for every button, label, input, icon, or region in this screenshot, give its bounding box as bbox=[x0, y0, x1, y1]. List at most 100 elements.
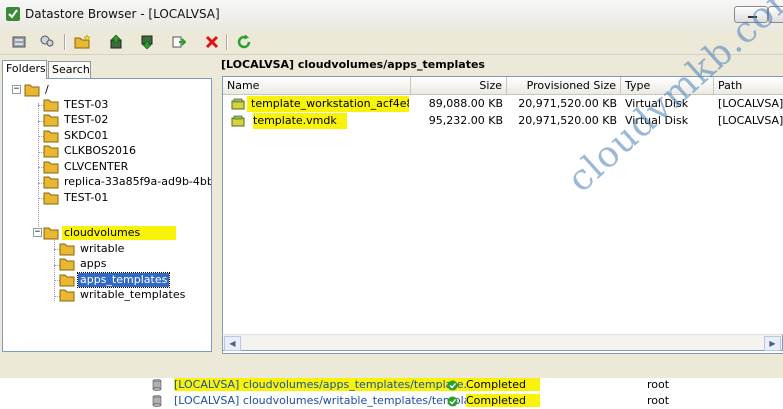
tree-item[interactable]: replica-33a85f9a-ad9b-4bb8-9a bbox=[43, 175, 212, 190]
move-button[interactable] bbox=[169, 32, 189, 52]
collapse-root-toggle[interactable]: − bbox=[12, 85, 21, 94]
move-icon bbox=[172, 36, 187, 48]
folder-icon bbox=[24, 84, 40, 96]
folder-icon bbox=[59, 243, 75, 255]
collapse-cloudvolumes-toggle[interactable]: − bbox=[33, 228, 42, 237]
folder-icon bbox=[59, 258, 75, 271]
file-path: [LOCALVSA] c bbox=[718, 114, 783, 127]
horizontal-scrollbar[interactable]: ◀ ▶ bbox=[222, 334, 783, 351]
tree-item-label: writable bbox=[80, 241, 125, 255]
new-folder-button[interactable] bbox=[73, 32, 93, 52]
tree-item[interactable]: TEST-03 bbox=[43, 97, 110, 112]
upload-button[interactable] bbox=[106, 32, 126, 52]
tree-line bbox=[38, 103, 39, 233]
tree-item[interactable]: SKDC01 bbox=[43, 128, 110, 143]
file-name: template_workstation_acf4e8f... bbox=[247, 96, 409, 112]
column-name[interactable]: Name bbox=[223, 77, 411, 94]
tree-item-label: cloudvolumes bbox=[62, 225, 177, 240]
task-row[interactable]: [LOCALVSA] cloudvolumes/apps_templates/t… bbox=[0, 378, 783, 393]
refresh-button[interactable] bbox=[234, 32, 254, 52]
tree-item-label: CLKBOS2016 bbox=[64, 144, 137, 157]
task-status: Completed bbox=[466, 394, 540, 407]
datastore-icon bbox=[12, 36, 26, 48]
scroll-left-icon[interactable]: ◀ bbox=[224, 336, 241, 351]
tree-item-label: CLVCENTER bbox=[64, 159, 129, 173]
folder-icon bbox=[43, 130, 59, 142]
vsphere-app-icon bbox=[6, 7, 20, 21]
file-name: template.vmdk bbox=[253, 113, 347, 129]
tree-line bbox=[54, 233, 55, 301]
tree-item-label: SKDC01 bbox=[64, 128, 109, 142]
datastore-icon bbox=[152, 379, 162, 391]
tree-item[interactable]: writable_templates bbox=[59, 288, 187, 303]
file-size: 89,088.00 KB bbox=[428, 97, 503, 110]
tree-item[interactable]: TEST-01 bbox=[43, 190, 110, 205]
tree-item[interactable]: apps_templates bbox=[59, 271, 171, 288]
task-user: root bbox=[647, 394, 670, 407]
file-provisioned-size: 20,971,520.00 KB bbox=[518, 114, 617, 127]
task-row[interactable]: [LOCALVSA] cloudvolumes/writable_templat… bbox=[0, 394, 783, 409]
tab-search[interactable]: Search bbox=[48, 61, 91, 78]
task-target[interactable]: [LOCALVSA] cloudvolumes/writable_templat… bbox=[174, 394, 481, 407]
folder-icon bbox=[43, 227, 59, 239]
folder-icon bbox=[43, 192, 59, 204]
file-provisioned-size: 20,971,520.00 KB bbox=[518, 97, 617, 110]
tree-item-label: writable_templates bbox=[80, 288, 186, 301]
file-path: [LOCALVSA] c bbox=[718, 97, 783, 110]
folder-icon bbox=[43, 176, 59, 189]
toolbar-separator bbox=[226, 34, 228, 50]
folder-icon bbox=[43, 161, 59, 173]
file-list: Name Size Provisioned Size Type Path tem… bbox=[222, 76, 783, 354]
folder-icon bbox=[43, 114, 59, 127]
datastore-browser-window: Datastore Browser - [LOCALVSA] Folders S… bbox=[0, 0, 783, 379]
recent-tasks: [LOCALVSA] cloudvolumes/apps_templates/t… bbox=[0, 378, 783, 409]
task-status: Completed bbox=[466, 378, 540, 391]
toolbar-separator bbox=[64, 34, 66, 50]
search-datastore-button[interactable] bbox=[37, 32, 57, 52]
column-size[interactable]: Size bbox=[411, 77, 507, 94]
datastore-button[interactable] bbox=[9, 32, 29, 52]
tree-item[interactable]: writable bbox=[59, 241, 126, 256]
refresh-icon bbox=[237, 34, 251, 49]
delete-icon bbox=[205, 35, 219, 49]
tree-item[interactable]: apps bbox=[59, 257, 108, 272]
tab-folders[interactable]: Folders bbox=[2, 60, 47, 79]
tree-root[interactable]: / bbox=[24, 82, 51, 97]
virtual-disk-icon bbox=[231, 115, 245, 127]
window-title: Datastore Browser - [LOCALVSA] bbox=[25, 7, 220, 21]
column-provisioned-size[interactable]: Provisioned Size bbox=[507, 77, 621, 94]
column-path[interactable]: Path bbox=[714, 77, 783, 94]
tree-root-label: / bbox=[45, 82, 49, 96]
task-user: root bbox=[647, 378, 670, 391]
scroll-right-icon[interactable]: ▶ bbox=[764, 336, 781, 351]
current-path: [LOCALVSA] cloudvolumes/apps_templates bbox=[221, 58, 485, 71]
new-folder-icon bbox=[74, 34, 91, 49]
file-row[interactable]: template.vmdk 95,232.00 KB 20,971,520.00 K… bbox=[223, 113, 783, 129]
folder-icon bbox=[43, 99, 59, 111]
folder-tree: − / TEST-03 TEST-02 SKDC01 CLKBOS2016 CLVCEN… bbox=[2, 78, 212, 352]
title-bar: Datastore Browser - [LOCALVSA] bbox=[0, 0, 783, 31]
folder-icon bbox=[43, 145, 59, 158]
folder-pane: Folders Search − / TEST-03 TEST-02 SKDC01 C… bbox=[0, 55, 217, 353]
tree-item-cloudvolumes[interactable]: cloudvolumes bbox=[43, 225, 177, 240]
download-icon bbox=[141, 35, 153, 50]
tree-item[interactable]: TEST-02 bbox=[43, 113, 110, 128]
completed-check-icon bbox=[447, 396, 458, 407]
tree-item-label: apps_templates bbox=[76, 271, 171, 288]
search-icon bbox=[40, 35, 54, 47]
tree-item[interactable]: CLKBOS2016 bbox=[43, 144, 138, 159]
completed-check-icon bbox=[447, 380, 458, 391]
file-size: 95,232.00 KB bbox=[428, 114, 503, 127]
download-button[interactable] bbox=[137, 32, 157, 52]
tree-item-label: TEST-01 bbox=[64, 190, 109, 204]
virtual-disk-icon bbox=[231, 98, 245, 110]
tree-item-label: TEST-02 bbox=[64, 113, 109, 126]
tree-item-label: TEST-03 bbox=[64, 97, 109, 111]
tree-item-label: apps bbox=[80, 257, 107, 270]
delete-button[interactable] bbox=[202, 32, 222, 52]
task-target[interactable]: [LOCALVSA] cloudvolumes/apps_templates/t… bbox=[174, 378, 482, 391]
folder-icon bbox=[59, 274, 75, 286]
tree-item[interactable]: CLVCENTER bbox=[43, 159, 130, 174]
tree-item-label: replica-33a85f9a-ad9b-4bb8-9a bbox=[64, 175, 212, 188]
folder-icon bbox=[59, 289, 75, 302]
